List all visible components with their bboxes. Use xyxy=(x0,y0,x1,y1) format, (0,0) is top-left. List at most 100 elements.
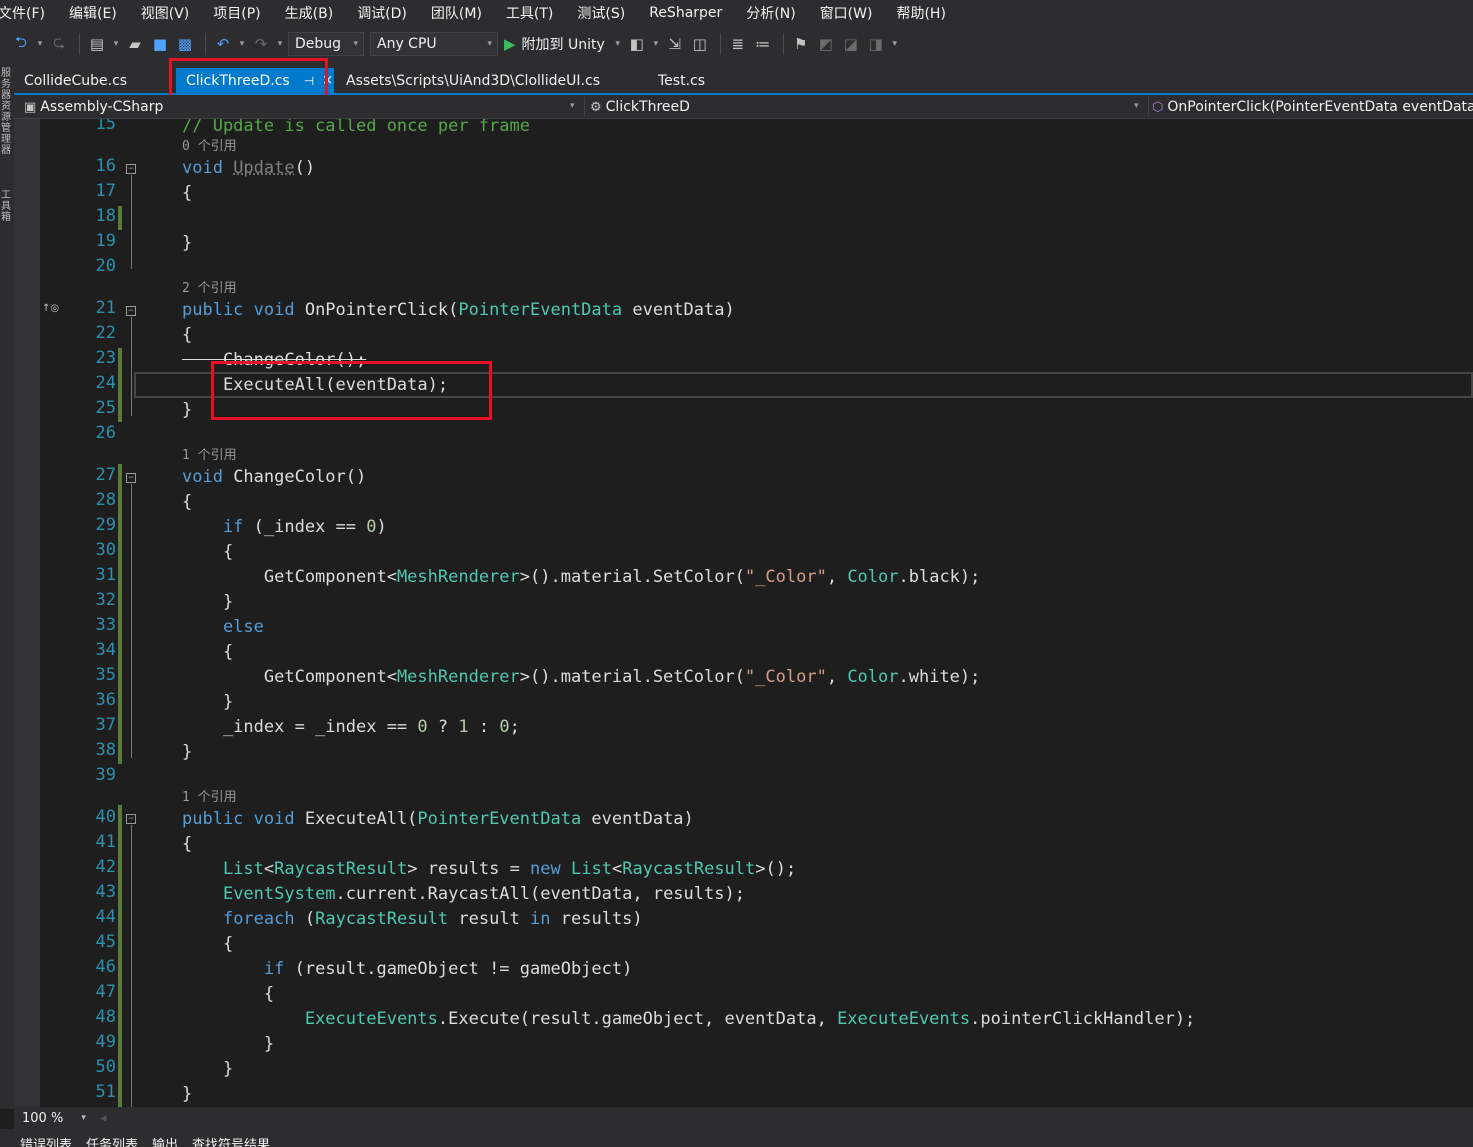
collapse-icon[interactable]: − xyxy=(126,306,136,316)
code-token: ) xyxy=(376,517,387,537)
code-token: eventData) xyxy=(622,300,735,320)
toolbar-separator xyxy=(79,33,80,55)
tab-output[interactable]: 输出 xyxy=(152,1134,178,1147)
platform-select[interactable]: Any CPU ▾ xyxy=(370,32,498,56)
override-glyph-icon[interactable]: ↑◎ xyxy=(42,303,59,314)
new-dropdown-icon[interactable]: ▾ xyxy=(111,32,121,56)
collapse-icon[interactable]: − xyxy=(126,473,136,483)
code-line-50: } xyxy=(182,1059,234,1079)
code-token: GetComponent< xyxy=(182,667,397,687)
menu-window[interactable]: 窗口(W) xyxy=(820,3,873,23)
tab-clollideui[interactable]: Assets\Scripts\UiAnd3D\ClollideUI.cs xyxy=(336,68,636,93)
codelens-references[interactable]: 0 个引用 xyxy=(182,139,237,155)
save-icon[interactable]: ■ xyxy=(149,32,171,56)
menu-resharper[interactable]: ReSharper xyxy=(649,5,722,21)
project-name: Assembly-CSharp xyxy=(40,99,164,115)
back-dropdown-icon[interactable]: ▾ xyxy=(35,32,45,56)
navigate-back-icon[interactable]: ⮌ xyxy=(10,32,32,56)
class-name: ClickThreeD xyxy=(605,99,690,115)
code-highlight-box xyxy=(211,361,492,420)
standard-toolbar: ⮌ ▾ ⮎ ▤ ▾ ▰ ■ ▩ ↶ ▾ ↷ ▾ Debug ▾ Any CPU ▾ … xyxy=(0,26,1473,62)
zoom-level[interactable]: 100 % xyxy=(22,1111,63,1126)
chevron-down-icon[interactable]: ▾ xyxy=(1134,101,1139,111)
redo-dropdown-icon[interactable]: ▾ xyxy=(275,32,285,56)
chevron-down-icon: ▾ xyxy=(353,39,358,49)
new-project-icon[interactable]: ▤ xyxy=(86,32,108,56)
save-all-icon[interactable]: ▩ xyxy=(174,32,196,56)
toolbar-overflow-icon[interactable]: ▾ xyxy=(890,32,900,56)
scroll-left-icon[interactable]: ◂ xyxy=(100,1111,107,1126)
code-line-28: { xyxy=(182,492,193,512)
line-number: 22 xyxy=(95,323,116,343)
menu-team[interactable]: 团队(M) xyxy=(431,3,482,23)
code-line-44: foreach (RaycastResult result in results… xyxy=(182,907,643,931)
code-editor[interactable]: 15 16 17 18 19 20 21 22 23 24 25 26 27 28 29 30 31 32 33 34… xyxy=(14,119,1473,1107)
tab-find-symbol-results[interactable]: 查找符号结果 xyxy=(192,1134,270,1147)
tab-collidecube[interactable]: CollideCube.cs xyxy=(14,68,166,93)
line-number: 43 xyxy=(95,882,116,902)
member-dropdown[interactable]: ⬡ OnPointerClick(PointerEventData eventDa… xyxy=(1152,97,1473,117)
bookmark-icon[interactable]: ⚑ xyxy=(790,32,812,56)
type-token: List xyxy=(571,859,612,879)
keyword-token: new xyxy=(530,859,571,879)
code-line-33: else xyxy=(182,615,264,639)
line-number: 39 xyxy=(95,765,116,785)
codelens-references[interactable]: 1 个引用 xyxy=(182,790,237,806)
menu-help[interactable]: 帮助(H) xyxy=(896,3,945,23)
codelens-references[interactable]: 2 个引用 xyxy=(182,281,237,297)
browser-dropdown-icon[interactable]: ▾ xyxy=(651,32,661,56)
play-icon[interactable]: ▶ xyxy=(504,35,516,53)
line-number: 16 xyxy=(95,156,116,176)
open-file-icon[interactable]: ▰ xyxy=(124,32,146,56)
chevron-down-icon[interactable]: ▾ xyxy=(81,1113,86,1123)
project-dropdown[interactable]: ▣ Assembly-CSharp xyxy=(24,97,163,117)
clear-bookmarks-icon[interactable]: ◨ xyxy=(865,32,887,56)
code-token: ; xyxy=(509,717,520,737)
toggle-view-icon[interactable]: ◫ xyxy=(689,32,711,56)
browser-link-icon[interactable]: ◧ xyxy=(626,32,648,56)
menu-analyze[interactable]: 分析(N) xyxy=(746,3,795,23)
menu-view[interactable]: 视图(V) xyxy=(141,3,190,23)
undo-dropdown-icon[interactable]: ▾ xyxy=(237,32,247,56)
method-name-token: ExecuteAll( xyxy=(304,809,418,829)
menu-edit[interactable]: 编辑(E) xyxy=(69,3,117,23)
tab-task-list[interactable]: 任务列表 xyxy=(86,1134,138,1147)
toolbox-tab[interactable]: 工具箱 xyxy=(1,190,13,223)
attach-unity-button[interactable]: 附加到 Unity xyxy=(522,34,605,54)
undo-icon[interactable]: ↶ xyxy=(212,32,234,56)
redo-icon[interactable]: ↷ xyxy=(250,32,272,56)
next-bookmark-icon[interactable]: ◪ xyxy=(840,32,862,56)
method-name-token: Update xyxy=(233,158,295,178)
server-explorer-tab[interactable]: 服务器资源管理器 xyxy=(1,68,13,156)
chevron-down-icon[interactable]: ▾ xyxy=(570,101,575,111)
solution-config-select[interactable]: Debug ▾ xyxy=(288,32,364,56)
menu-file[interactable]: 文件(F) xyxy=(0,3,45,23)
attach-dropdown-icon[interactable]: ▾ xyxy=(613,32,623,56)
collapse-icon[interactable]: − xyxy=(126,814,136,824)
type-token: MeshRenderer xyxy=(396,667,520,687)
number-token: 0 xyxy=(499,717,510,737)
tab-error-list[interactable]: 错误列表 xyxy=(20,1134,72,1147)
menu-tools[interactable]: 工具(T) xyxy=(506,3,553,23)
editor-status-bar: 100 % ▾ ◂ xyxy=(14,1107,1473,1129)
codelens-references[interactable]: 1 个引用 xyxy=(182,448,237,464)
menu-project[interactable]: 项目(P) xyxy=(213,3,260,23)
menu-debug[interactable]: 调试(D) xyxy=(357,3,407,23)
menu-test[interactable]: 测试(S) xyxy=(577,3,625,23)
menu-build[interactable]: 生成(B) xyxy=(285,3,334,23)
toolbar-separator xyxy=(205,33,206,55)
fold-guide xyxy=(131,317,132,416)
class-dropdown[interactable]: ⚙ ClickThreeD xyxy=(590,97,690,117)
step-into-icon[interactable]: ⇲ xyxy=(664,32,686,56)
navigate-forward-icon[interactable]: ⮎ xyxy=(48,32,70,56)
code-line-27: void ChangeColor() xyxy=(182,465,366,489)
comment-lines-icon[interactable]: ≣ xyxy=(727,32,749,56)
line-number: 19 xyxy=(95,231,116,251)
platform-value: Any CPU xyxy=(377,36,437,52)
prev-bookmark-icon[interactable]: ◩ xyxy=(815,32,837,56)
number-token: 0 xyxy=(366,517,377,537)
uncomment-lines-icon[interactable]: ≔ xyxy=(752,32,774,56)
toolbar-separator xyxy=(719,33,721,55)
tab-test[interactable]: Test.cs xyxy=(648,68,738,93)
collapse-icon[interactable]: − xyxy=(126,164,136,174)
